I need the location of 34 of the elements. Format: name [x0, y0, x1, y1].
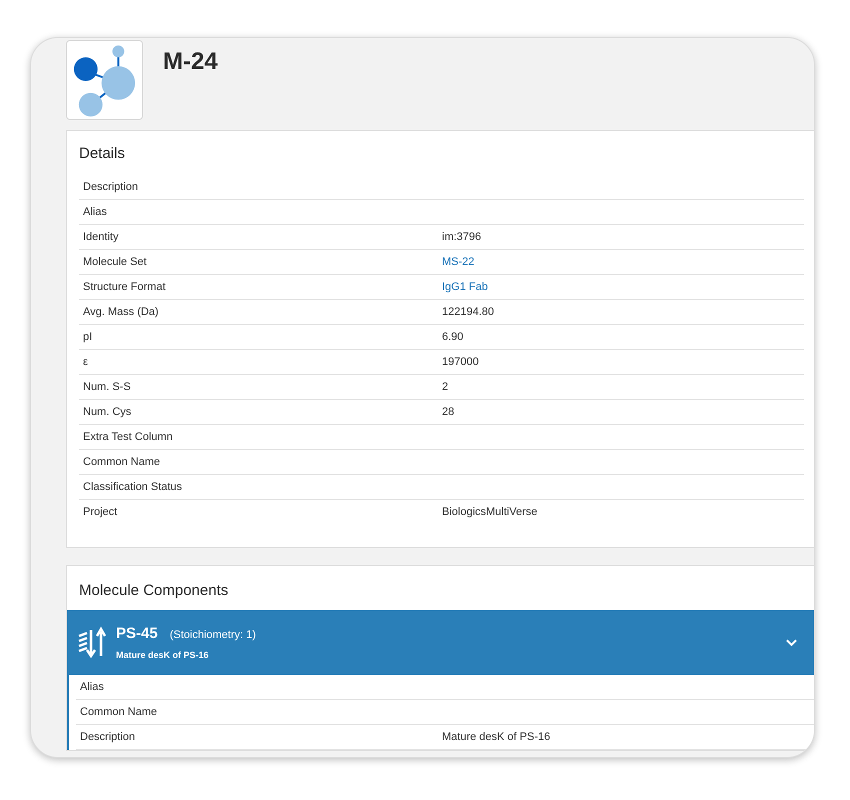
field-label: Common Name [79, 704, 158, 720]
field-label: Num. S-S [82, 380, 132, 395]
component-name: PS-45 [116, 624, 158, 644]
field-label: Description [82, 180, 140, 195]
field-value: 197000 [442, 354, 479, 370]
component-stoichiometry: (Stoichiometry: 1) [170, 628, 256, 643]
field-label: Identity [82, 230, 120, 245]
field-value: im:3796 [442, 230, 482, 245]
field-label: Alias [82, 204, 108, 220]
field-label: Common Name [82, 454, 162, 470]
field-label: Avg. Mass (Da) [82, 304, 160, 320]
field-label: Description [79, 730, 136, 745]
field-value: BiologicsMultiVerse [442, 505, 538, 520]
field-label: pI [82, 330, 94, 345]
field-link[interactable]: MS-22 [442, 254, 474, 270]
component-subtitle: Mature desK of PS-16 [116, 648, 210, 662]
molecule-title: M-24 [163, 47, 218, 77]
component-header[interactable]: PS-45 (Stoichiometry: 1) Mature desK of PS-16 [67, 610, 814, 675]
field-label: Project [82, 505, 118, 520]
field-label: Molecule Set [82, 254, 148, 270]
field-label: Structure Format [82, 280, 167, 295]
field-value: 28 [442, 404, 454, 420]
field-label: Extra Test Column [82, 430, 174, 445]
field-label: Alias [79, 680, 105, 695]
field-value: 2 [442, 380, 448, 395]
field-label: ε [82, 354, 89, 370]
field-label: Classification Status [82, 480, 184, 495]
field-label: Num. Cys [82, 404, 132, 420]
components-heading: Molecule Components [78, 581, 230, 601]
field-value: 122194.80 [442, 304, 494, 320]
field-link[interactable]: IgG1 Fab [442, 278, 488, 296]
field-value: 6.90 [442, 330, 464, 345]
details-heading: Details [79, 144, 126, 164]
field-value: Mature desK of PS-16 [442, 730, 550, 745]
